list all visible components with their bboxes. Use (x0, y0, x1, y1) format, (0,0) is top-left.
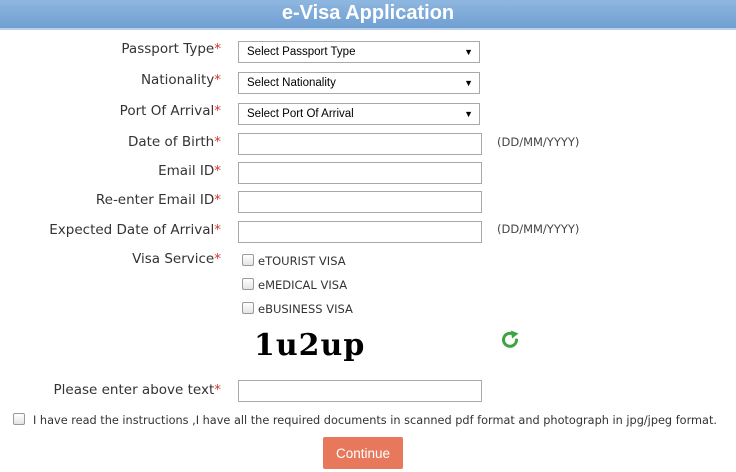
nationality-value: Select Nationality (247, 77, 336, 89)
chevron-down-icon: ▼ (464, 47, 473, 57)
port-of-arrival-select[interactable]: Select Port Of Arrival ▼ (238, 103, 480, 125)
visa-option-label: eTOURIST VISA (258, 254, 346, 268)
continue-button[interactable]: Continue (323, 437, 403, 469)
captcha-label: Please enter above text* (53, 382, 221, 398)
visa-option-emedical[interactable]: eMEDICAL VISA (242, 278, 347, 292)
chevron-down-icon: ▼ (464, 78, 473, 88)
required-mark: * (214, 251, 221, 267)
required-mark: * (214, 382, 221, 398)
required-mark: * (214, 192, 221, 208)
date-format-hint: (DD/MM/YYYY) (497, 222, 580, 236)
visa-option-etourist[interactable]: eTOURIST VISA (242, 254, 346, 268)
passport-type-value: Select Passport Type (247, 46, 356, 58)
email-field[interactable] (238, 162, 482, 184)
expected-arrival-field[interactable] (238, 221, 482, 243)
chevron-down-icon: ▼ (464, 109, 473, 119)
app-header: e-Visa Application (0, 0, 736, 30)
visa-option-label: eBUSINESS VISA (258, 302, 353, 316)
passport-type-label: Passport Type* (121, 41, 221, 57)
visa-service-label: Visa Service* (132, 251, 221, 267)
required-mark: * (214, 72, 221, 88)
required-mark: * (214, 222, 221, 238)
reenter-email-label: Re-enter Email ID* (95, 192, 221, 208)
port-of-arrival-label: Port Of Arrival* (119, 103, 221, 119)
required-mark: * (214, 103, 221, 119)
visa-option-ebusiness[interactable]: eBUSINESS VISA (242, 302, 353, 316)
checkbox-icon[interactable] (242, 254, 254, 266)
checkbox-icon[interactable] (242, 278, 254, 290)
terms-checkbox-row[interactable]: I have read the instructions ,I have all… (13, 413, 717, 427)
page-title: e-Visa Application (281, 2, 455, 24)
date-format-hint: (DD/MM/YYYY) (497, 135, 580, 149)
visa-option-label: eMEDICAL VISA (258, 278, 348, 292)
required-mark: * (214, 134, 221, 150)
captcha-input[interactable] (238, 380, 482, 402)
terms-text: I have read the instructions ,I have all… (33, 414, 717, 427)
date-of-birth-field[interactable] (238, 133, 482, 155)
captcha-image: 1u2up (254, 328, 366, 363)
checkbox-icon[interactable] (242, 302, 254, 314)
email-label: Email ID* (158, 163, 221, 179)
nationality-select[interactable]: Select Nationality ▼ (238, 72, 480, 94)
reenter-email-field[interactable] (238, 191, 482, 213)
refresh-icon[interactable] (499, 329, 521, 351)
checkbox-icon[interactable] (13, 413, 25, 425)
port-of-arrival-value: Select Port Of Arrival (247, 108, 354, 120)
passport-type-select[interactable]: Select Passport Type ▼ (238, 41, 480, 63)
expected-arrival-label: Expected Date of Arrival* (49, 222, 221, 238)
required-mark: * (214, 41, 221, 57)
required-mark: * (214, 163, 221, 179)
date-of-birth-label: Date of Birth* (127, 134, 221, 150)
nationality-label: Nationality* (140, 72, 221, 88)
